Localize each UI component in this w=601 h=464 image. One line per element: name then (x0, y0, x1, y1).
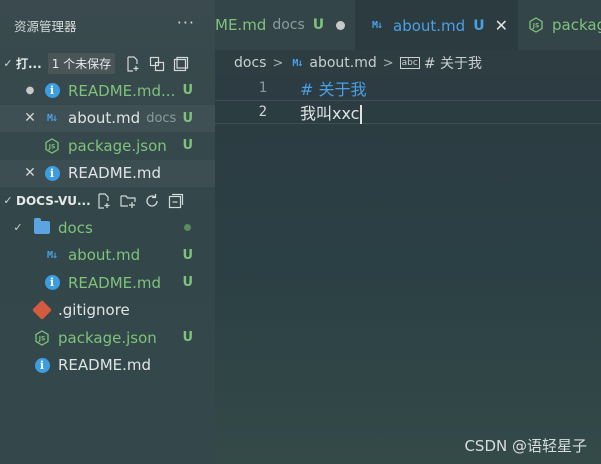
info-icon: i (44, 165, 60, 181)
workspace-label: DOCS-VU... (16, 193, 91, 208)
chevron-down-icon: ✓ (3, 57, 13, 70)
workspace-actions (96, 193, 184, 209)
tab-about[interactable]: M↓ about.md U ✕ (355, 0, 518, 50)
file-name: README.md... (68, 81, 176, 100)
explorer-header: 资源管理器 ··· (0, 0, 215, 50)
editor-line: 1 # 关于我 (215, 76, 601, 100)
close-icon[interactable]: ✕ (22, 165, 38, 181)
file-name: about.md (68, 246, 141, 265)
info-icon: i (44, 275, 60, 291)
folder-name: docs (58, 218, 93, 237)
file-name: README.md (68, 273, 162, 292)
more-actions-icon[interactable]: ··· (177, 13, 195, 32)
new-folder-icon[interactable] (120, 193, 136, 209)
file-dir: docs (146, 110, 177, 126)
line-text: 我叫xxc (300, 100, 362, 124)
nodejs-icon: JS (44, 137, 60, 154)
tree-item-about[interactable]: M↓ about.md U (0, 242, 215, 270)
tab-label: ME.md (215, 16, 267, 34)
open-editors-header[interactable]: ✓ 打... 1 个未保存 (0, 50, 215, 77)
line-number: 1 (258, 80, 267, 96)
breadcrumb-item-docs[interactable]: docs (234, 55, 266, 71)
git-status-badge: U (473, 17, 485, 34)
unsaved-dot-icon[interactable]: ● (22, 85, 38, 96)
info-icon: i (44, 83, 60, 99)
breadcrumb-item-symbol[interactable]: # 关于我 (424, 53, 482, 73)
line-text-content: 我叫xxc (300, 104, 360, 123)
chevron-right-icon: > (382, 55, 394, 71)
file-name: README.md (68, 164, 162, 183)
file-name: README.md (58, 356, 152, 375)
info-icon: i (34, 357, 50, 373)
symbol-string-icon: abc (399, 57, 420, 69)
unsaved-dot-icon[interactable] (336, 20, 345, 30)
collapse-all-icon[interactable] (168, 193, 184, 209)
text-cursor (360, 105, 362, 124)
tab-label: packag (552, 16, 601, 34)
git-status-badge: U (312, 17, 325, 33)
file-name: about.md (68, 109, 141, 128)
git-status-badge: U (182, 247, 193, 263)
new-untitled-file-icon[interactable] (125, 56, 141, 72)
unsaved-count-badge: 1 个未保存 (47, 53, 116, 74)
close-icon[interactable]: ✕ (495, 16, 508, 35)
explorer-title: 资源管理器 (14, 18, 77, 34)
git-icon (32, 300, 52, 321)
chevron-down-icon: ✓ (13, 221, 23, 235)
tree-item-gitignore[interactable]: .gitignore (0, 297, 215, 325)
chevron-right-icon: > (272, 55, 284, 71)
nodejs-icon: JS (528, 17, 544, 33)
markdown-icon: M↓ (46, 112, 58, 124)
breadcrumb-item-file[interactable]: about.md (309, 55, 376, 71)
open-editor-item-readme[interactable]: ✕ i README.md (0, 159, 215, 187)
tab-package[interactable]: JS packag (518, 0, 601, 50)
svg-text:JS: JS (38, 335, 46, 342)
git-status-badge: U (182, 110, 193, 126)
tree-item-readme[interactable]: i README.md (0, 352, 215, 380)
editor-line-current: 2 我叫xxc (215, 100, 601, 124)
line-text: # 关于我 (300, 80, 367, 99)
svg-text:JS: JS (48, 143, 56, 150)
tab-dir: docs (272, 17, 305, 33)
file-name: package.json (58, 328, 157, 347)
open-editor-item-about[interactable]: ✕ M↓ about.md docs U (0, 104, 215, 132)
close-icon[interactable]: ✕ (22, 110, 38, 126)
svg-text:JS: JS (532, 23, 540, 30)
tree-item-docs-folder[interactable]: ✓ docs (0, 214, 215, 242)
markdown-icon: M↓ (46, 249, 58, 261)
folder-icon (34, 218, 50, 236)
line-number: 2 (258, 104, 267, 120)
open-editor-item-package[interactable]: JS package.json U (0, 132, 215, 160)
toggle-layout-icon[interactable] (149, 56, 165, 72)
tab-docs-readme[interactable]: ME.md docs U (215, 0, 355, 50)
markdown-icon: M↓ (292, 57, 303, 69)
open-editors-label: 打... (16, 57, 42, 71)
git-status-badge: U (182, 83, 193, 99)
tree-item-package[interactable]: JS package.json U (0, 324, 215, 352)
workspace-header[interactable]: ✓ DOCS-VU... (0, 187, 215, 214)
editor-tab-bar: ME.md docs U M↓ about.md U ✕ JS packag (215, 0, 601, 50)
breadcrumb: docs > M↓ about.md > abc # 关于我 (215, 50, 601, 76)
watermark: CSDN @语轻星子 (464, 437, 587, 455)
nodejs-icon: JS (34, 329, 50, 346)
markdown-icon: M↓ (371, 20, 383, 31)
tab-label: about.md (393, 16, 466, 35)
save-all-icon[interactable] (173, 56, 189, 72)
open-editor-item-readme-docs[interactable]: ● i README.md... U (0, 77, 215, 105)
refresh-icon[interactable] (144, 193, 160, 209)
modified-dot-icon (184, 224, 191, 232)
tree-item-docs-readme[interactable]: i README.md U (0, 269, 215, 297)
explorer-sidebar: 资源管理器 ··· ✓ 打... 1 个未保存 ● i README.md...… (0, 0, 215, 464)
git-status-badge: U (182, 330, 193, 346)
file-name: package.json (68, 136, 167, 155)
file-name: .gitignore (58, 301, 130, 320)
chevron-down-icon: ✓ (3, 194, 13, 207)
git-status-badge: U (182, 275, 193, 291)
git-status-badge: U (182, 138, 193, 154)
open-editors-actions (125, 56, 189, 72)
code-editor[interactable]: 1 # 关于我 2 我叫xxc CSDN @语轻星子 (215, 76, 601, 464)
new-file-icon[interactable] (96, 193, 112, 209)
